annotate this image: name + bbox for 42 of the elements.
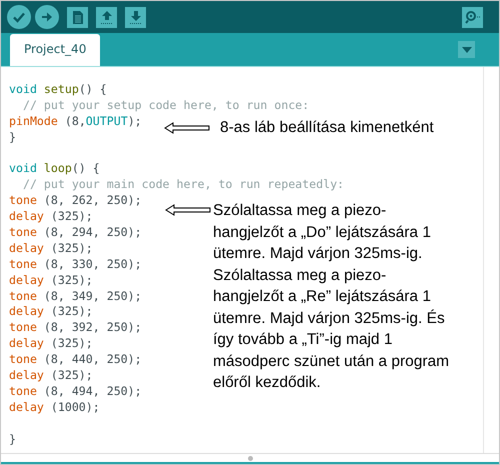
code-line: tone (8, 349, 250); [9, 288, 142, 303]
code-line: tone (8, 330, 250); [9, 256, 142, 271]
code-line: delay (325); [9, 304, 93, 318]
left-arrow-icon [164, 122, 210, 134]
code-line: delay (325); [9, 240, 93, 255]
verify-button[interactable] [7, 5, 31, 29]
code-line: tone (8, 262, 250); [9, 193, 142, 208]
left-arrow-icon [165, 204, 211, 216]
serial-monitor-button[interactable] [462, 6, 483, 28]
code-line: } [9, 432, 16, 446]
code-line: tone (8, 440, 250); [9, 352, 142, 366]
right-arrow-icon [40, 10, 54, 24]
annotation-text: 8-as láb beállítása kimenetként [220, 119, 434, 137]
upload-button[interactable] [35, 5, 59, 29]
code-line: } [9, 130, 16, 144]
code-line: tone (8, 294, 250); [9, 225, 142, 240]
code-line: // put your main code here, to run repeatedly: [22, 177, 344, 192]
caret-icon [462, 46, 472, 52]
open-button[interactable] [96, 6, 117, 28]
tab-menu-button[interactable] [458, 41, 475, 58]
down-arrow-icon [128, 10, 142, 24]
search-icon [464, 10, 480, 24]
code-line: tone (8, 392, 250); [9, 320, 142, 334]
new-button[interactable] [67, 6, 88, 28]
code-line: tone (8, 494, 250); [9, 384, 142, 398]
checkmark-icon [12, 10, 26, 24]
annotation-paragraph: Szólaltassa meg a piezo- hangjelzőt a „Do” lejátszására 1 ütemre. Majd várjon 325ms-ig. Szólaltassa meg a piezo- hangjelzőt a „Re” lejátszására 1 ütemre. Majd várjon 325ms-ig. És így tovább a „Ti”-ig majd 1 másodperc szünet után a program előről kezdődik. [213, 201, 450, 393]
splitter-handle[interactable] [248, 456, 252, 460]
code-editor[interactable] [1, 66, 499, 453]
save-button[interactable] [125, 6, 146, 28]
code-line: void loop() { [9, 161, 100, 176]
code-line: delay (325); [9, 336, 93, 350]
code-line: pinMode (8,OUTPUT); [9, 114, 142, 128]
code-line: delay (1000); [9, 400, 100, 414]
code-line: delay (325); [9, 209, 93, 224]
code-line: delay (325); [9, 272, 93, 287]
sketch-tab[interactable]: Project_40 [10, 34, 100, 66]
code-line: void setup() { [9, 82, 107, 96]
code-line: // put your setup code here, to run once: [22, 98, 310, 112]
up-arrow-icon [100, 10, 114, 24]
document-icon [72, 10, 84, 24]
code-line: delay (325); [9, 368, 93, 382]
